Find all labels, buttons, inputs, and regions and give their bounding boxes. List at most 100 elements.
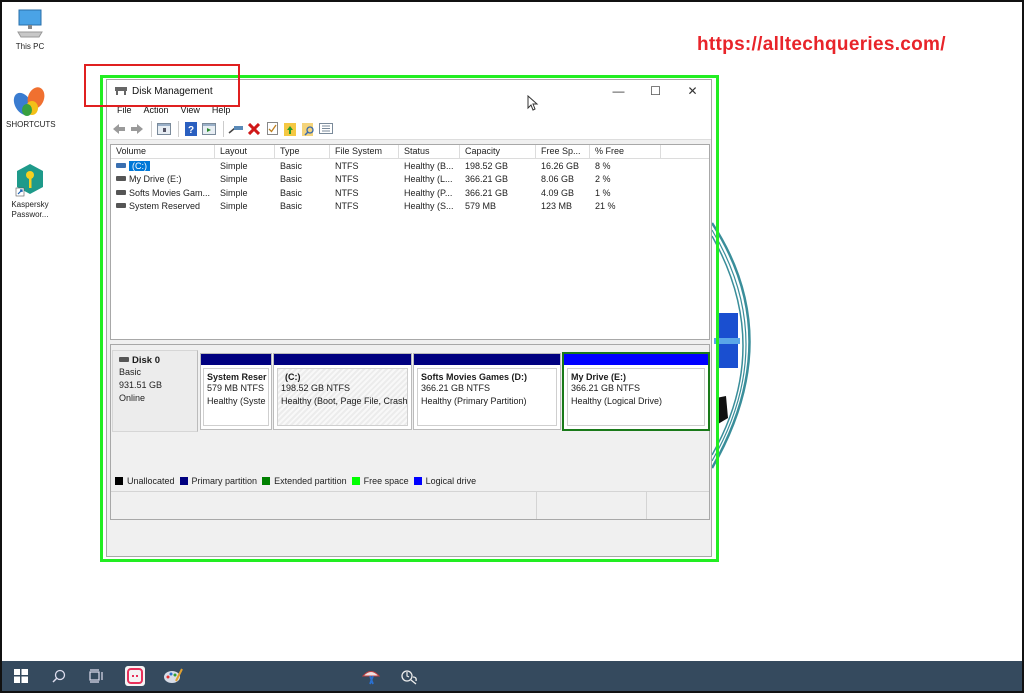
legend-unallocated: Unallocated <box>115 476 175 486</box>
cell-capacity: 579 MB <box>465 201 497 212</box>
forward-icon[interactable] <box>129 121 145 137</box>
mouse-cursor-icon <box>527 95 539 111</box>
partition-bar-primary <box>274 354 411 365</box>
cell-file-system: NTFS <box>335 201 359 212</box>
legend-label: Primary partition <box>191 476 258 486</box>
disk-name: Disk 0 <box>132 355 160 366</box>
menu-file[interactable]: File <box>111 105 138 115</box>
partition-e[interactable]: My Drive (E:) 366.21 GB NTFS Healthy (Lo… <box>562 352 710 431</box>
menu-help[interactable]: Help <box>206 105 237 115</box>
minimize-button[interactable]: — <box>600 80 637 102</box>
column-header-percent-free[interactable]: % Free <box>590 145 661 158</box>
paint-icon[interactable] <box>154 661 192 691</box>
partition-name: My Drive (E:) <box>571 372 627 382</box>
cell-capacity: 366.21 GB <box>465 174 509 185</box>
column-header-type[interactable]: Type <box>275 145 330 158</box>
list-view-icon[interactable] <box>318 121 334 137</box>
legend-swatch <box>179 477 188 485</box>
drive-icon <box>116 189 126 195</box>
check-icon[interactable] <box>264 121 280 137</box>
cell-volume: System Reserved <box>111 201 215 211</box>
legend-swatch <box>351 477 360 485</box>
column-header-free-space[interactable]: Free Sp... <box>536 145 590 158</box>
desktop-icon-shortcuts[interactable]: SHORTCUTS <box>6 86 56 130</box>
toolbar-separator <box>223 120 224 137</box>
tools-icon[interactable] <box>390 661 428 691</box>
menu-view[interactable]: View <box>175 105 206 115</box>
volume-name: Softs Movies Gam... <box>129 187 211 198</box>
column-header-status[interactable]: Status <box>399 145 460 158</box>
desktop-icon-this-pc[interactable]: This PC <box>6 8 54 52</box>
snipping-icon[interactable] <box>352 661 390 691</box>
partition-d[interactable]: Softs Movies Games (D:) 366.21 GB NTFS H… <box>413 353 561 430</box>
computer-icon <box>17 9 43 38</box>
folder-up-icon[interactable] <box>282 121 298 137</box>
cell-percent-free: 1 % <box>595 187 611 198</box>
volume-row[interactable]: My Drive (E:) Simple Basic NTFS Healthy … <box>111 173 709 187</box>
column-header-empty <box>661 145 709 158</box>
cell-volume: (C:) <box>111 160 215 171</box>
legend-free-space: Free space <box>351 476 409 486</box>
title-bar[interactable]: Disk Management — ☐ ✕ <box>107 80 711 102</box>
disk-0-label[interactable]: Disk 0 Basic 931.51 GB Online <box>112 350 198 432</box>
cell-status: Healthy (B... <box>404 160 454 171</box>
cell-capacity: 366.21 GB <box>465 187 509 198</box>
app-pink-icon[interactable] <box>116 661 154 691</box>
disk-management-app-icon <box>115 87 127 95</box>
window-title: Disk Management <box>132 85 213 97</box>
drive-icon <box>116 176 126 182</box>
drive-icon <box>116 203 126 209</box>
delete-icon[interactable] <box>246 121 262 137</box>
cell-status: Healthy (S... <box>404 201 454 212</box>
connect-icon[interactable] <box>228 121 244 137</box>
volume-list-header: Volume Layout Type File System Status Ca… <box>111 145 709 159</box>
task-view-icon[interactable] <box>78 661 116 691</box>
cell-layout: Simple <box>220 201 248 212</box>
column-header-layout[interactable]: Layout <box>215 145 275 158</box>
desktop-icon-label: SHORTCUTS <box>6 120 56 129</box>
cell-capacity: 198.52 GB <box>465 160 509 171</box>
volume-row[interactable]: Softs Movies Gam... Simple Basic NTFS He… <box>111 186 709 200</box>
console-tree-icon[interactable] <box>156 121 172 137</box>
properties-pane-icon[interactable] <box>201 121 217 137</box>
background-logo <box>712 222 751 469</box>
maximize-button[interactable]: ☐ <box>637 80 674 102</box>
cell-free-space: 16.26 GB <box>541 160 580 171</box>
legend-swatch <box>413 477 422 485</box>
volume-row[interactable]: System Reserved Simple Basic NTFS Health… <box>111 200 709 214</box>
menu-action[interactable]: Action <box>138 105 175 115</box>
folder-search-icon[interactable] <box>300 121 316 137</box>
cell-percent-free: 2 % <box>595 174 611 185</box>
legend-primary-partition: Primary partition <box>179 476 258 486</box>
legend-swatch <box>115 477 123 485</box>
toolbar-separator <box>151 120 152 137</box>
search-icon[interactable] <box>40 661 78 691</box>
desktop-icon-kaspersky[interactable]: Kaspersky Passwor... <box>6 162 54 220</box>
butterfly-icon <box>13 87 45 116</box>
cell-layout: Simple <box>220 187 248 198</box>
partition-bar-logical <box>564 354 708 365</box>
column-header-volume[interactable]: Volume <box>111 145 215 158</box>
cell-file-system: NTFS <box>335 187 359 198</box>
cell-free-space: 123 MB <box>541 201 573 212</box>
back-icon[interactable] <box>111 121 127 137</box>
volume-list: Volume Layout Type File System Status Ca… <box>110 144 710 340</box>
help-icon[interactable]: ? <box>183 121 199 137</box>
partition-size: 198.52 GB NTFS <box>281 383 351 393</box>
partition-system-reserved[interactable]: System Reser 579 MB NTFS Healthy (Syste <box>200 353 272 430</box>
volume-row[interactable]: (C:) Simple Basic NTFS Healthy (B... 198… <box>111 159 709 173</box>
column-header-capacity[interactable]: Capacity <box>460 145 536 158</box>
legend-logical-drive: Logical drive <box>413 476 476 486</box>
partition-c[interactable]: (C:) 198.52 GB NTFS Healthy (Boot, Page … <box>273 353 412 430</box>
status-bar-pane <box>111 492 537 519</box>
partition-status: Healthy (Boot, Page File, Crash <box>281 395 408 406</box>
taskbar <box>2 661 1022 691</box>
start-icon[interactable] <box>2 661 40 691</box>
partition-size: 366.21 GB NTFS <box>571 383 641 393</box>
close-button[interactable]: ✕ <box>674 80 711 102</box>
legend-label: Unallocated <box>127 476 175 486</box>
kaspersky-key-icon <box>15 164 43 197</box>
legend-label: Extended partition <box>274 476 347 486</box>
column-header-file-system[interactable]: File System <box>330 145 399 158</box>
partition-name: (C:) <box>285 372 301 382</box>
